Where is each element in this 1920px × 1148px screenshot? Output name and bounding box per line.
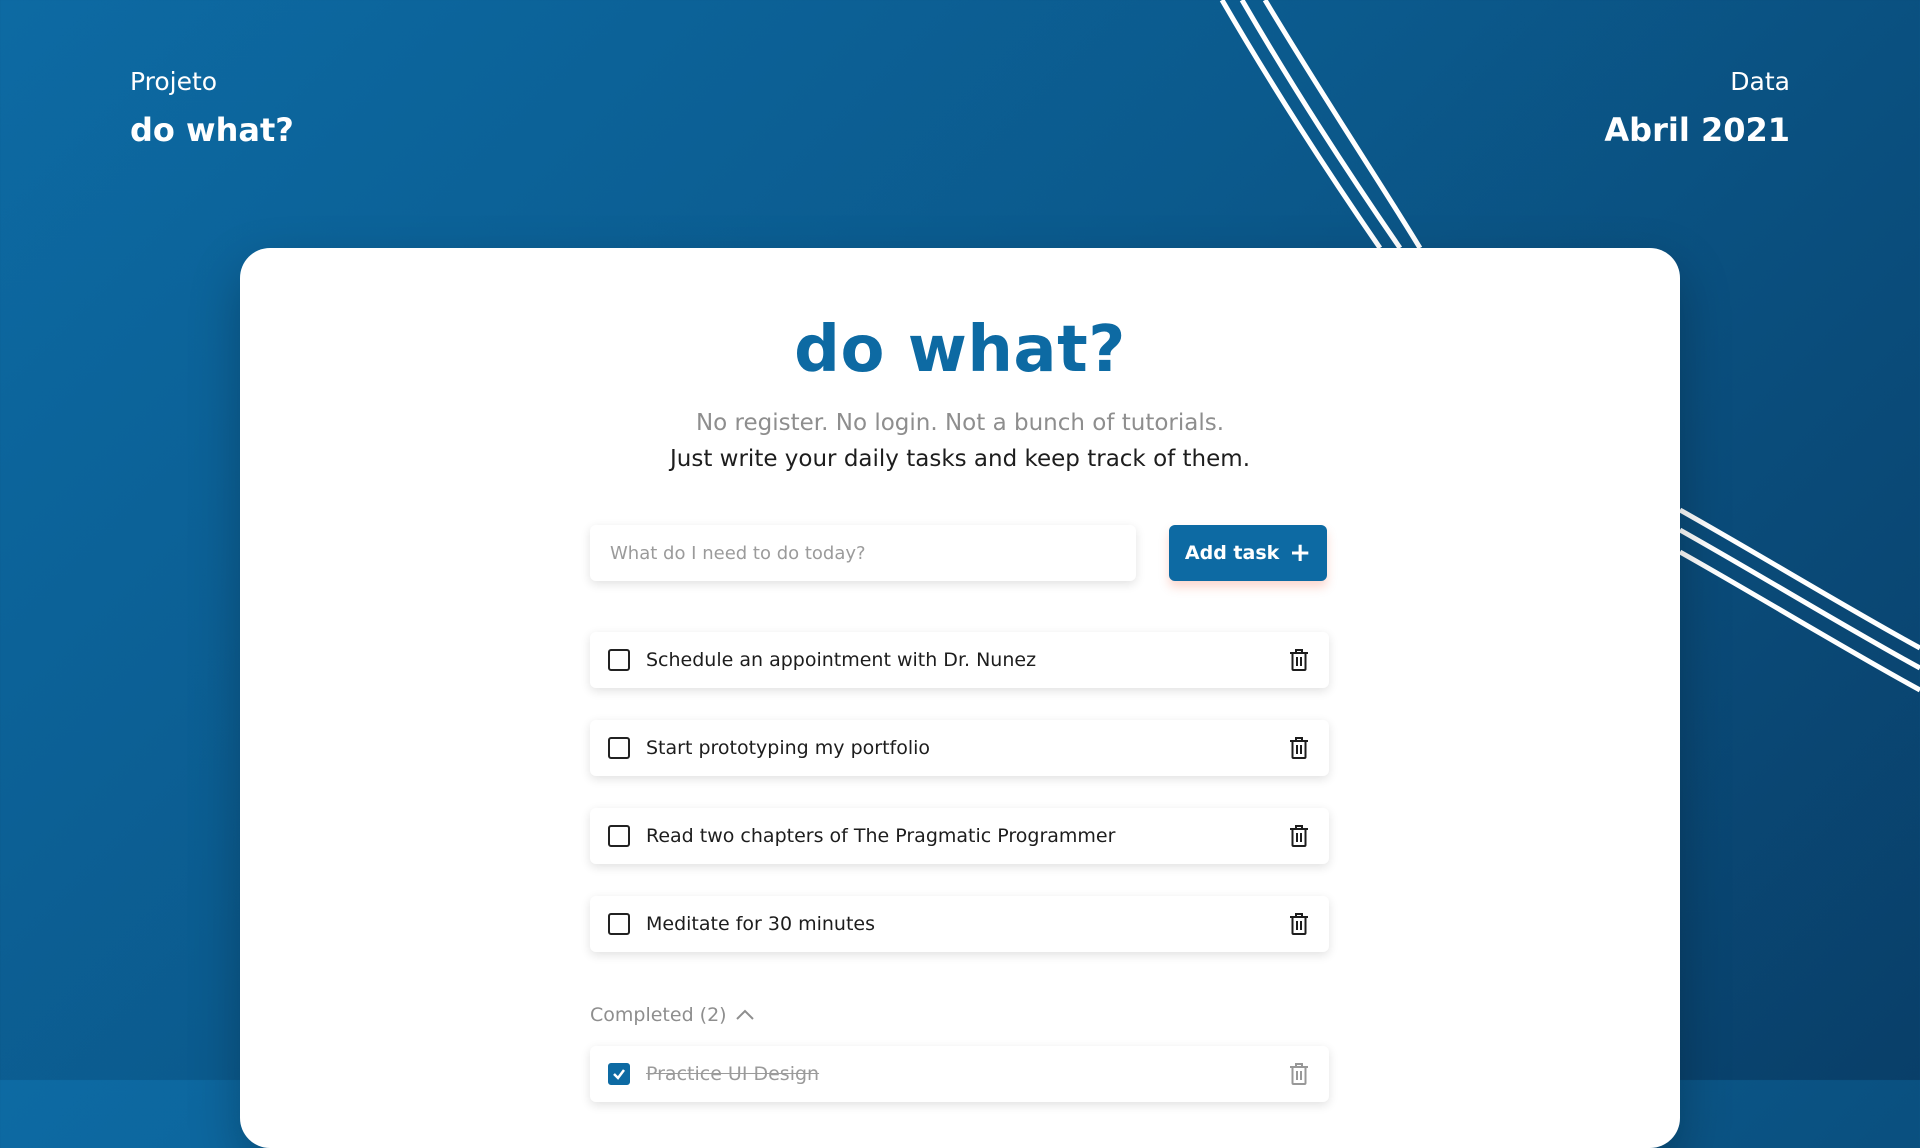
task-input[interactable] — [590, 525, 1136, 581]
completed-toggle[interactable]: Completed (2) — [590, 1004, 755, 1026]
project-info: Projeto do what? — [130, 66, 294, 150]
task-item: Meditate for 30 minutes — [590, 896, 1329, 952]
task-text: Start prototyping my portfolio — [646, 737, 931, 759]
task-text: Schedule an appointment with Dr. Nunez — [646, 649, 1037, 671]
task-text: Read two chapters of The Pragmatic Progr… — [646, 825, 1116, 847]
chevron-up-icon — [735, 1009, 754, 1020]
task-checkbox[interactable] — [608, 825, 630, 847]
tagline-secondary: Just write your daily tasks and keep tra… — [669, 446, 1251, 472]
trash-icon[interactable] — [1287, 911, 1311, 937]
completed-label: Completed (2) — [590, 1004, 727, 1026]
trash-icon[interactable] — [1287, 823, 1311, 849]
task-checkbox[interactable] — [608, 1063, 630, 1085]
plus-icon: + — [1289, 538, 1312, 568]
project-label: Projeto — [130, 67, 218, 96]
trash-icon[interactable] — [1287, 735, 1311, 761]
add-task-label: Add task — [1184, 542, 1280, 564]
task-item: Start prototyping my portfolio — [590, 720, 1329, 776]
trash-icon[interactable] — [1287, 1061, 1311, 1087]
date-label: Data — [1730, 67, 1790, 96]
task-checkbox[interactable] — [608, 913, 630, 935]
app-title: do what? — [794, 313, 1126, 387]
date-info: Data Abril 2021 — [1604, 66, 1790, 150]
trash-icon[interactable] — [1287, 647, 1311, 673]
task-item: Read two chapters of The Pragmatic Progr… — [590, 808, 1329, 864]
tagline-primary: No register. No login. Not a bunch of tu… — [695, 410, 1225, 436]
task-text: Practice UI Design — [646, 1063, 820, 1085]
completed-task-item: Practice UI Design — [590, 1046, 1329, 1102]
task-checkbox[interactable] — [608, 649, 630, 671]
project-name: do what? — [130, 111, 294, 149]
add-task-button[interactable]: Add task + — [1169, 525, 1327, 581]
date-value: Abril 2021 — [1604, 111, 1790, 149]
task-item: Schedule an appointment with Dr. Nunez — [590, 632, 1329, 688]
task-checkbox[interactable] — [608, 737, 630, 759]
task-text: Meditate for 30 minutes — [646, 913, 875, 935]
